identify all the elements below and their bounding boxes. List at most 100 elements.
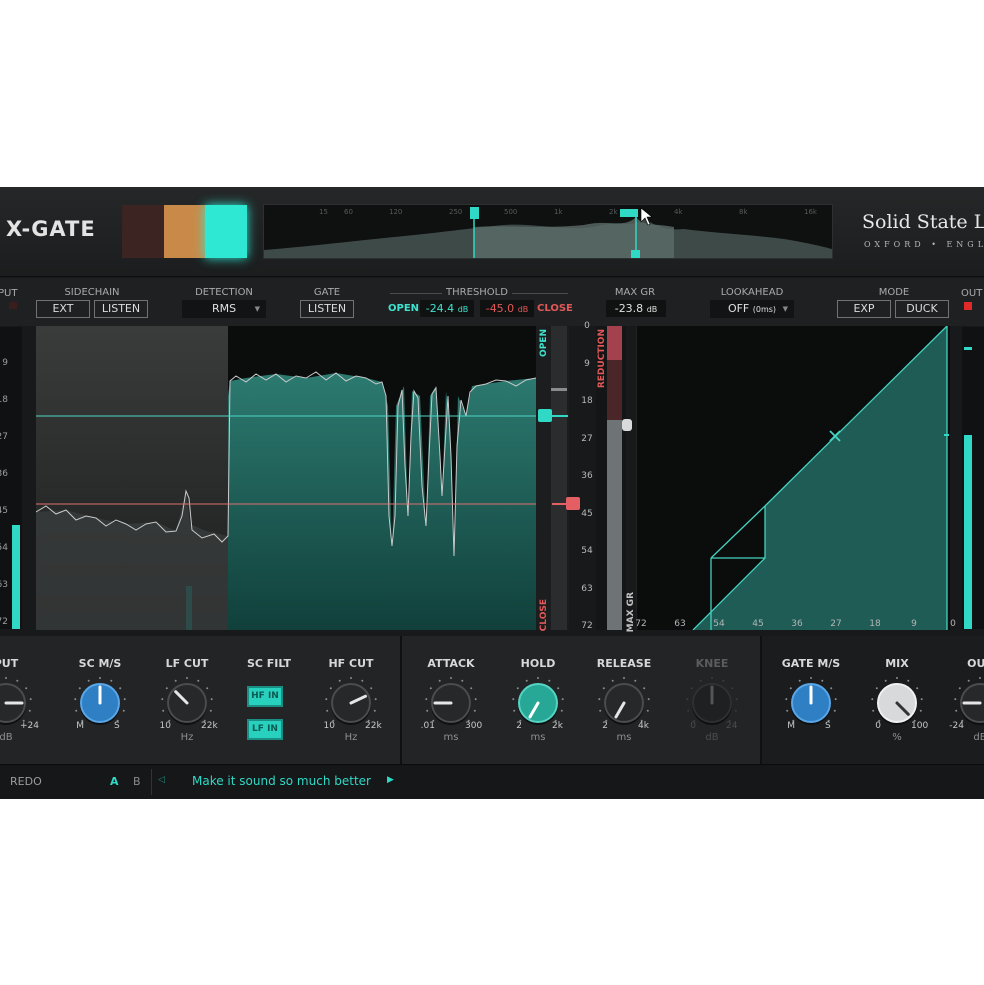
knob-max: 300 — [465, 721, 483, 731]
mode-exp-button[interactable]: EXP — [837, 300, 891, 318]
chevron-down-icon: ▼ — [782, 305, 788, 313]
sidechain-listen-button[interactable]: LISTEN — [94, 300, 148, 318]
knob-min: M — [787, 721, 795, 731]
spectrum-freq-label: 16k — [804, 208, 817, 216]
lookahead-sub: (0ms) — [752, 305, 777, 314]
threshold-close-label: CLOSE — [537, 303, 573, 314]
output-meter-level — [964, 435, 972, 629]
color-swatch-teal[interactable] — [205, 205, 247, 258]
transfer-x-label: 72 — [635, 619, 647, 629]
spectrum-freq-label: 1k — [554, 208, 563, 216]
transfer-x-label: 18 — [869, 619, 881, 629]
reduction-vertical-label: REDUCTION — [597, 329, 607, 389]
max-gr-handle[interactable] — [622, 419, 632, 431]
knob-unit: ms — [443, 732, 459, 743]
knob-max: +24 — [20, 721, 39, 731]
detection-value: RMS — [211, 302, 237, 315]
preset-a-button[interactable]: A — [110, 775, 119, 788]
input-scale-label: 45 — [0, 506, 8, 516]
spectrum-freq-label: 2k — [609, 208, 618, 216]
knob-label: HF CUT — [328, 657, 374, 670]
lf-in-button[interactable]: LF IN — [247, 719, 283, 740]
gate-waveform-display[interactable] — [36, 326, 536, 630]
transfer-x-label: 36 — [791, 619, 803, 629]
knob-min: .01 — [420, 721, 435, 731]
transfer-x-label: 9 — [911, 619, 917, 629]
transfer-x-label: 54 — [713, 619, 725, 629]
max-gr-value[interactable]: -23.8 dB — [606, 300, 666, 317]
knob-label: RELEASE — [596, 657, 652, 670]
knob-max: 22k — [365, 721, 382, 731]
transfer-curve-display[interactable] — [636, 325, 950, 631]
knob-min: 0 — [875, 721, 881, 731]
knob-max: 24 — [726, 721, 738, 731]
db-scale-label: 45 — [581, 508, 593, 519]
knob-min: 2 — [516, 721, 522, 731]
knob-max: 2k — [552, 721, 563, 731]
threshold-close-value[interactable]: -45.0 dB — [480, 300, 534, 317]
knob-max: S — [114, 721, 120, 731]
lf-filter-handle[interactable] — [620, 209, 638, 217]
transfer-curve-graph — [692, 325, 948, 631]
hf-in-button[interactable]: HF IN — [247, 686, 283, 707]
chevron-down-icon: ▼ — [254, 305, 260, 313]
knob-label: PUT — [0, 657, 19, 670]
threshold-open-value[interactable]: -24.4 dB — [420, 300, 474, 317]
preset-prev-icon[interactable]: ◁ — [158, 775, 165, 785]
mode-duck-button[interactable]: DUCK — [895, 300, 949, 318]
input-scale-label: 9 — [2, 358, 8, 368]
lookahead-select[interactable]: OFF (0ms) ▼ — [710, 300, 794, 318]
output-clip-led — [964, 302, 972, 310]
spectrum-freq-label: 8k — [739, 208, 748, 216]
redo-button[interactable]: REDO — [10, 775, 42, 788]
transfer-x-label: 27 — [830, 619, 842, 629]
transfer-x-label: 63 — [674, 619, 686, 629]
transfer-x-label: 0 — [950, 619, 956, 629]
db-scale-label: 18 — [581, 396, 593, 406]
open-threshold-handle[interactable] — [538, 409, 552, 422]
input-label: PUT — [0, 288, 18, 299]
knob-min: 10 — [323, 721, 335, 731]
input-meter-level — [12, 525, 20, 629]
lookahead-label: LOOKAHEAD — [720, 287, 784, 298]
knob-max: 100 — [911, 721, 929, 731]
open-vertical-label: OPEN — [539, 329, 549, 357]
preset-name[interactable]: Make it sound so much better — [192, 774, 371, 788]
lookahead-value: OFF — [727, 302, 750, 315]
header-bar: X-GATE 15 60 120 250 500 1k 2k 4k 8k 16k Solid St… — [0, 187, 984, 277]
threshold-strip[interactable] — [536, 326, 580, 630]
sidechain-spectrum[interactable]: 15 60 120 250 500 1k 2k 4k 8k 16k — [263, 204, 833, 259]
spectrum-freq-label: 4k — [674, 208, 683, 216]
preset-next-icon[interactable]: ▶ — [387, 775, 394, 785]
spectrum-freq-label: 250 — [449, 208, 463, 216]
db-scale-label: 0 — [584, 321, 590, 331]
detection-select[interactable]: RMS ▼ — [182, 300, 266, 318]
input-scale-label: 54 — [0, 543, 8, 553]
spectrum-freq-label: 60 — [344, 208, 353, 216]
gate-listen-button[interactable]: LISTEN — [300, 300, 354, 318]
db-scale-label: 36 — [581, 471, 593, 481]
color-swatch-orange[interactable] — [164, 205, 206, 258]
output-meter — [962, 327, 984, 629]
knob-label: KNEE — [695, 657, 729, 670]
db-scale-label: 72 — [581, 621, 593, 631]
knob-label: OUT — [967, 657, 984, 670]
control-bar: PUT SIDECHAIN EXT LISTEN DETECTION RMS ▼… — [0, 278, 984, 326]
max-gr-fill — [607, 420, 622, 630]
transfer-x-label: 45 — [752, 619, 764, 629]
knob-unit: % — [892, 732, 902, 743]
hf-filter-handle[interactable] — [470, 207, 479, 219]
color-swatch-dark[interactable] — [122, 205, 164, 258]
sidechain-ext-button[interactable]: EXT — [36, 300, 90, 318]
knob-max: S — [825, 721, 831, 731]
input-clip-led — [9, 302, 17, 309]
knob-unit: Hz — [344, 732, 358, 743]
knob-label: GATE M/S — [781, 657, 841, 670]
knob-min: -24 — [949, 721, 964, 731]
sc-filt-label: SC FILT — [246, 657, 292, 670]
knob-unit: ms — [530, 732, 546, 743]
preset-b-button[interactable]: B — [133, 775, 141, 788]
knob-min: 10 — [159, 721, 171, 731]
knob-unit: dB — [973, 732, 984, 743]
knob-unit: dB — [705, 732, 719, 743]
